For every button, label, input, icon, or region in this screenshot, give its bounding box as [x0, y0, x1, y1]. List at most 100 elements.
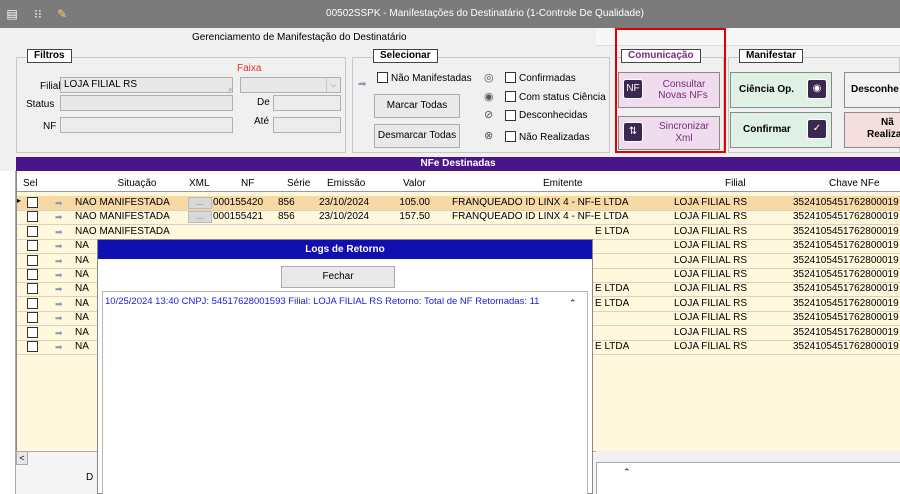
cell-filial: LOJA FILIAL RS: [674, 197, 747, 208]
cell-emissao: 23/10/2024: [319, 197, 370, 208]
confirmadas-checkbox[interactable]: [505, 72, 516, 83]
col-filial[interactable]: Filial: [725, 178, 746, 189]
cell-emissao: 23/10/2024: [319, 211, 370, 223]
faixa-combo[interactable]: ⌵: [240, 77, 341, 93]
scroll-up-icon[interactable]: ⌃: [623, 467, 631, 478]
col-xml[interactable]: XML: [189, 178, 210, 189]
cell-emitente: FRANQUEADO ID LINX 4 - NF-E LTDA: [452, 211, 629, 223]
log-text: 10/25/2024 13:40 CNPJ: 54517628001593 Fi…: [105, 296, 540, 307]
ate-field[interactable]: [273, 117, 341, 133]
row-select-checkbox[interactable]: [27, 197, 38, 208]
cell-chave: 3524105451762800019: [793, 283, 899, 295]
sincronizar-xml-button[interactable]: ⇅ Sincronizar Xml: [618, 116, 720, 150]
check-circle-icon: ◎: [484, 72, 494, 84]
nao-manifestadas-checkbox[interactable]: [377, 72, 388, 83]
de-label: De: [257, 97, 270, 108]
col-nf[interactable]: NF: [241, 178, 254, 189]
log-textarea[interactable]: 10/25/2024 13:40 CNPJ: 54517628001593 Fi…: [102, 291, 588, 494]
xml-view-button[interactable]: ...: [188, 211, 212, 224]
col-sel[interactable]: Sel: [23, 178, 37, 189]
nf-label: NF: [43, 121, 57, 132]
scroll-left-icon[interactable]: <: [16, 451, 28, 465]
desmarcar-todas-button[interactable]: Desmarcar Todas: [374, 124, 460, 148]
check-circle-icon: ✓: [807, 119, 827, 139]
row-select-checkbox[interactable]: [27, 225, 38, 237]
row-select-checkbox[interactable]: [27, 269, 38, 280]
cell-situacao: NÃ: [75, 269, 89, 280]
cell-filial: LOJA FILIAL RS: [674, 283, 747, 295]
row-select-checkbox[interactable]: [27, 297, 38, 309]
realiza-label: Realiza: [867, 129, 900, 140]
cell-emitente: FRANQUEADO ID LINX 4 - NF-E LTDA: [452, 197, 629, 208]
cell-filial: LOJA FILIAL RS: [674, 312, 747, 324]
ciencia-op-button[interactable]: Ciência Op. ◉: [730, 72, 832, 108]
row-select-checkbox[interactable]: [27, 254, 38, 266]
table-row[interactable]: ➡... NÃO MANIFESTADA 000155420 856 23/10/202…: [17, 196, 900, 210]
row-select-checkbox[interactable]: [27, 326, 38, 338]
cell-chave: 3524105451762800019: [793, 240, 899, 252]
arrow-right-icon: ➡: [55, 212, 63, 223]
cell-situacao: NÃ: [75, 341, 89, 352]
col-emissao[interactable]: Emissão: [327, 178, 365, 189]
confirmadas-label: Confirmadas: [519, 73, 576, 84]
col-situacao[interactable]: Situação: [107, 178, 167, 189]
row-select-checkbox[interactable]: [27, 283, 38, 295]
confirmar-button[interactable]: Confirmar ✓: [730, 112, 832, 148]
left-edge-panel: [0, 171, 16, 494]
desconhecer-button[interactable]: Desconhe: [844, 72, 900, 108]
marcar-todas-button[interactable]: Marcar Todas: [374, 94, 460, 118]
com-status-ciencia-checkbox[interactable]: [505, 91, 516, 102]
xml-view-button[interactable]: ...: [188, 197, 212, 209]
filial-field[interactable]: LOJA FILIAL RS: [60, 77, 233, 93]
col-chave[interactable]: Chave NFe: [829, 178, 880, 189]
col-emitente[interactable]: Emitente: [543, 178, 582, 189]
scroll-up-icon[interactable]: ⌃: [569, 298, 577, 309]
eye-slash-icon: ⊘: [484, 109, 494, 121]
cell-emitente: E LTDA: [595, 283, 630, 295]
window-title: 00502SSPK - Manifestações do Destinatári…: [326, 8, 644, 19]
eye-icon: ◉: [807, 79, 827, 99]
row-select-checkbox[interactable]: [27, 240, 38, 252]
desconhe-label: Desconhe: [851, 84, 899, 95]
arrow-right-icon: ➡: [55, 342, 63, 352]
nf-field[interactable]: [60, 117, 233, 133]
table-row[interactable]: ➡ NÃO MANIFESTADA E LTDA LOJA FILIAL RS 3524…: [17, 225, 900, 239]
arrow-right-icon: ➡: [55, 226, 63, 237]
table-row[interactable]: ➡... NÃO MANIFESTADA 000155421 856 23/10/202…: [17, 210, 900, 224]
col-serie[interactable]: Série: [287, 178, 310, 189]
cell-emitente: E LTDA: [595, 297, 630, 309]
row-select-checkbox[interactable]: [27, 312, 38, 324]
cell-chave: 3524105451762800019: [793, 297, 899, 309]
desconhecidas-label: Desconhecidas: [519, 110, 588, 121]
col-valor[interactable]: Valor: [403, 178, 426, 189]
status-combo[interactable]: [60, 95, 233, 111]
cell-situacao: NÃ: [75, 326, 89, 338]
sub-header-title: Gerenciamento de Manifestação do Destina…: [192, 32, 407, 43]
logs-modal: Logs de Retorno Fechar 10/25/2024 13:40 …: [97, 239, 593, 494]
nao-manifestadas-label: Não Manifestadas: [391, 73, 472, 84]
cell-filial: LOJA FILIAL RS: [674, 297, 747, 309]
sincronizar-label: Sincronizar: [658, 121, 710, 132]
chevron-down-icon[interactable]: ⌵: [326, 78, 340, 92]
cell-nf: 000155421: [213, 211, 264, 223]
cell-situacao: NÃ: [75, 312, 89, 324]
sync-icon: ⇅: [623, 122, 643, 142]
de-field[interactable]: [273, 95, 341, 111]
xml-label: Xml: [675, 133, 693, 144]
row-select-checkbox[interactable]: [27, 341, 38, 352]
desconhecidas-checkbox[interactable]: [505, 110, 516, 121]
cell-situacao: NÃ: [75, 254, 89, 266]
search-icon[interactable]: ⌕: [228, 85, 232, 95]
cell-filial: LOJA FILIAL RS: [674, 269, 747, 280]
arrow-right-icon: ➡: [55, 284, 63, 295]
cell-valor: 105.00: [399, 197, 430, 208]
title-bar: ▤ ⁝⁝ ✎ 00502SSPK - Manifestações do Dest…: [0, 0, 900, 28]
bottom-right-panel: ⌃: [596, 462, 900, 494]
row-select-checkbox[interactable]: [27, 211, 38, 223]
nao-realizadas-checkbox[interactable]: [505, 131, 516, 142]
nao-realizada-button[interactable]: Nã Realiza: [844, 112, 900, 148]
fechar-button[interactable]: Fechar: [281, 266, 395, 288]
cell-chave: 3524105451762800019: [793, 341, 899, 352]
app-window: ▤ ⁝⁝ ✎ 00502SSPK - Manifestações do Dest…: [0, 0, 900, 494]
cell-chave: 3524105451762800019: [793, 197, 899, 208]
